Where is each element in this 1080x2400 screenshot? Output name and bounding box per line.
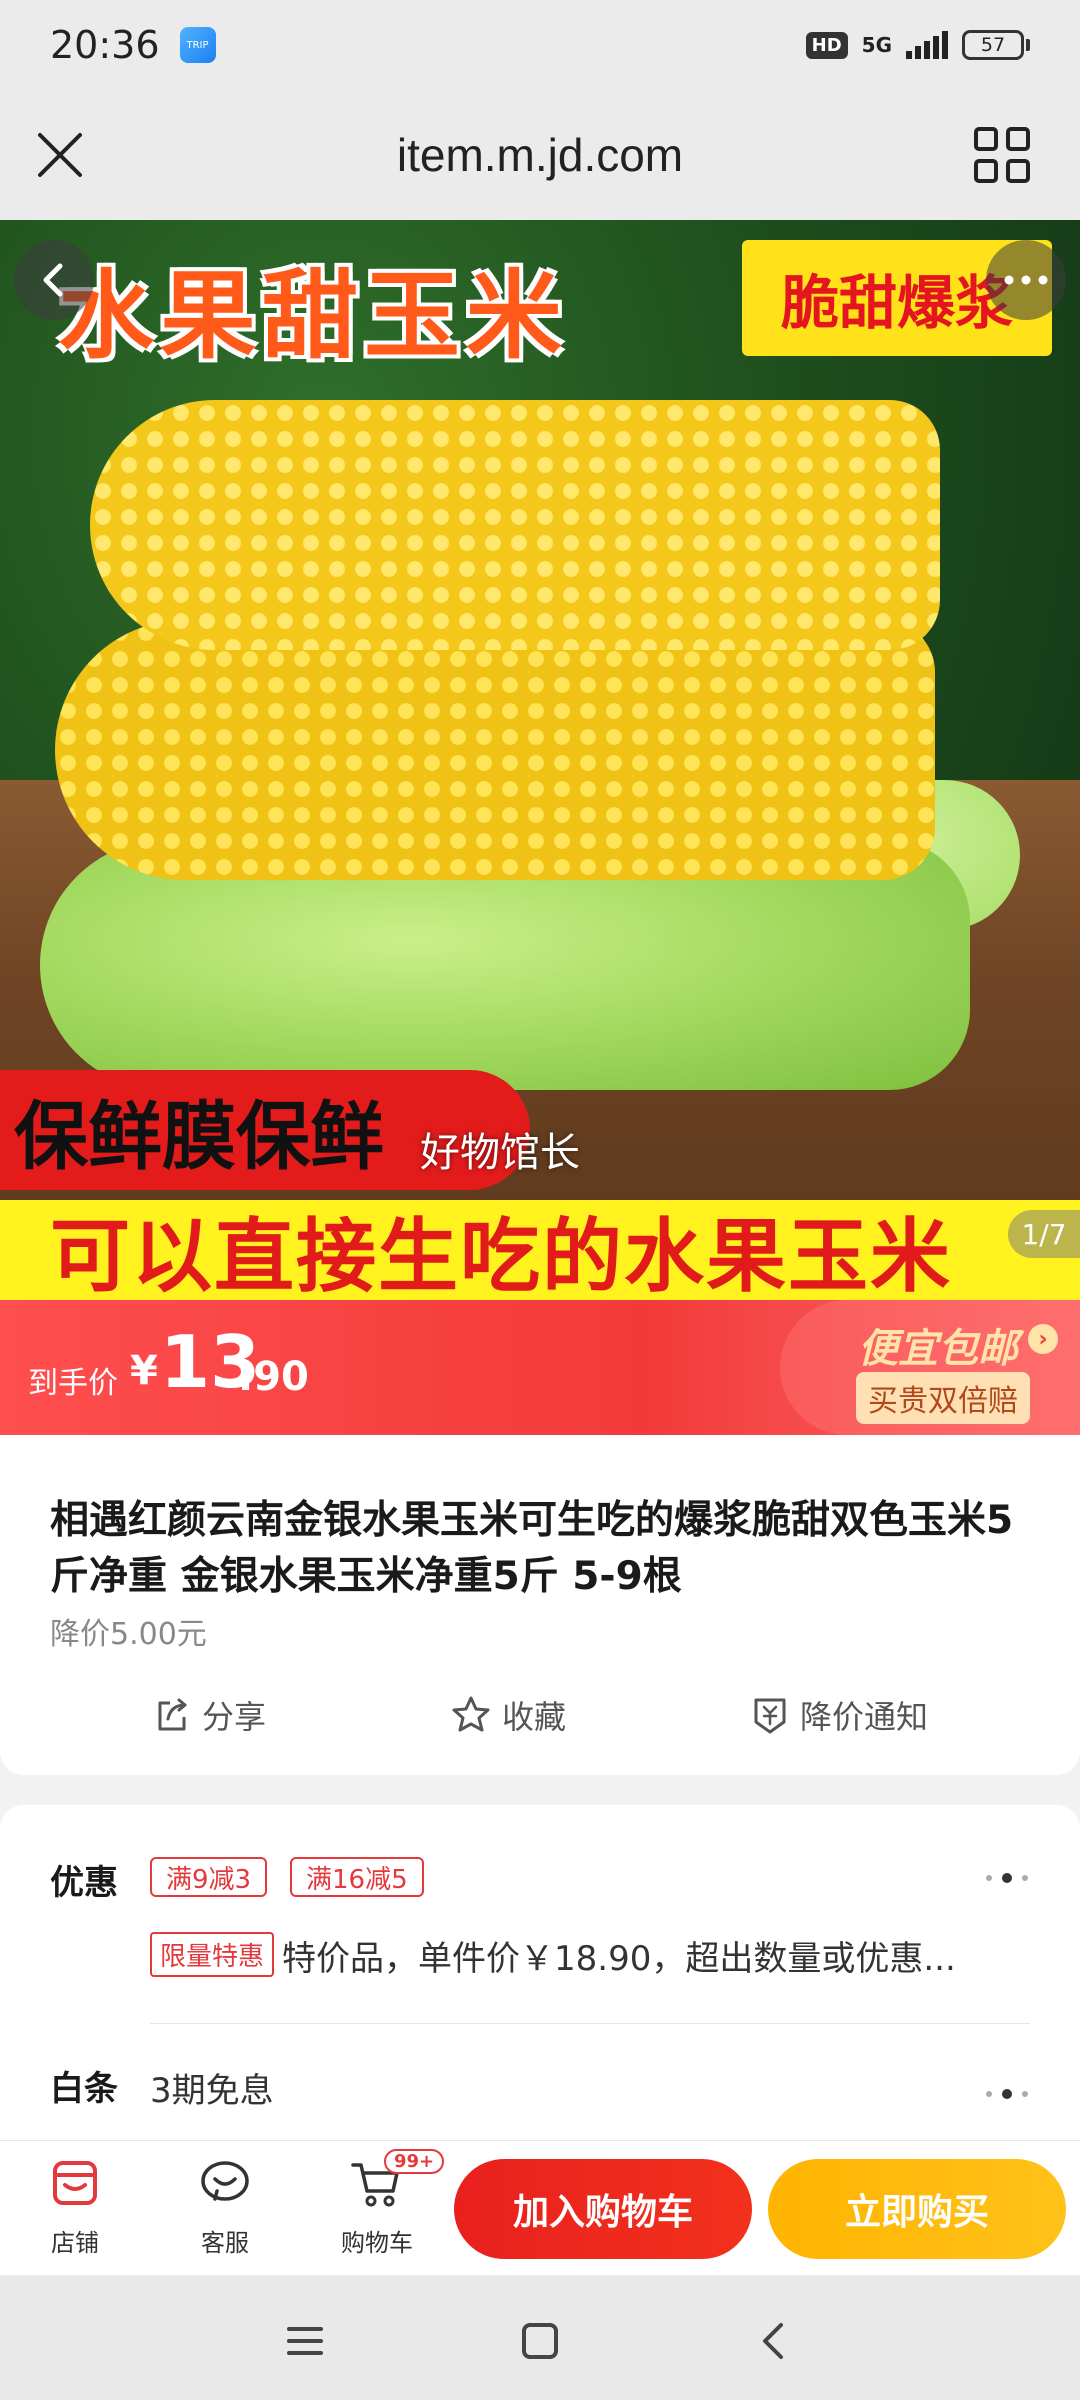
special-offer-tag: 限量特惠 — [150, 1932, 275, 1977]
back-button[interactable] — [14, 240, 94, 320]
baitiao-title: 白条 — [50, 2069, 118, 2109]
corn-cob-image — [90, 400, 940, 650]
favorite-label: 收藏 — [501, 1698, 566, 1736]
coupon-tag[interactable]: 满16减5 — [290, 1857, 424, 1897]
chevron-right-icon[interactable]: › — [1028, 1324, 1058, 1354]
buy-now-button[interactable]: 立即购买 — [768, 2159, 1066, 2259]
system-navigation-bar — [0, 2275, 1080, 2400]
price-drop-text: 降价5.00元 — [50, 1617, 207, 1652]
more-button[interactable] — [986, 240, 1066, 320]
special-offer-text[interactable]: 特价品，单件价￥18.90，超出数量或优惠... — [282, 1931, 956, 1980]
customer-service-button[interactable]: 客服 — [170, 2155, 280, 2258]
price-notify-icon — [754, 1698, 786, 1734]
status-bar: 20:36 TRIP HD 5G 57 — [0, 0, 1080, 90]
browser-toolbar: item.m.jd.com — [0, 90, 1080, 220]
store-watermark: 好物馆长 — [420, 1130, 580, 1176]
price-banner: 到手价 ¥ 13 .90 便宜包邮 › 买贵双倍赔 — [0, 1300, 1080, 1435]
hero-yellow-banner: 可以直接生吃的水果玉米 — [0, 1200, 1080, 1300]
price-decimal: .90 — [238, 1354, 309, 1400]
favorite-button[interactable]: 收藏 — [450, 1692, 566, 1738]
hero-title: 水果甜玉米 — [58, 260, 568, 372]
add-to-cart-button[interactable]: 加入购物车 — [454, 2159, 752, 2259]
cart-label: 购物车 — [341, 2229, 413, 2257]
url-display[interactable]: item.m.jd.com — [0, 128, 1080, 182]
store-label: 店铺 — [51, 2229, 99, 2257]
store-icon — [53, 2161, 97, 2205]
promo-title: 优惠 — [50, 1863, 118, 1903]
star-icon — [452, 1696, 490, 1732]
home-icon[interactable] — [510, 2311, 570, 2371]
product-title: 相遇红颜云南金银水果玉米可生吃的爆浆脆甜双色玉米5斤净重 金银水果玉米净重5斤 … — [50, 1498, 1014, 1599]
chat-icon — [201, 2161, 249, 2201]
share-label: 分享 — [201, 1698, 266, 1736]
battery-icon: 57 — [962, 30, 1030, 60]
signal-icon — [906, 31, 948, 59]
price-currency: ¥ — [130, 1348, 158, 1394]
more-options-icon[interactable] — [986, 2089, 1028, 2099]
cart-count-badge: 99+ — [384, 2149, 445, 2174]
purchase-bar: 店铺 客服 99+ 购物车 加入购物车 立即购买 — [0, 2140, 1080, 2275]
coupon-tag[interactable]: 满9减3 — [150, 1857, 268, 1897]
chevron-left-icon — [43, 263, 63, 297]
status-indicators: HD 5G 57 — [805, 30, 1030, 60]
network-type: 5G — [861, 33, 892, 57]
grid-menu-icon[interactable] — [970, 123, 1034, 187]
price-notify-button[interactable]: 降价通知 — [750, 1692, 928, 1738]
status-time: 20:36 — [50, 23, 160, 67]
more-dots-icon — [1004, 275, 1048, 285]
price-label: 到手价 — [28, 1366, 118, 1401]
cart-button[interactable]: 99+ 购物车 — [322, 2149, 445, 2258]
hd-icon: HD — [805, 31, 848, 59]
product-info-card: 相遇红颜云南金银水果玉米可生吃的爆浆脆甜双色玉米5斤净重 金银水果玉米净重5斤 … — [0, 1435, 1080, 1775]
store-button[interactable]: 店铺 — [20, 2155, 130, 2258]
share-icon — [158, 1698, 187, 1731]
menu-icon[interactable] — [275, 2311, 335, 2371]
price-notify-label: 降价通知 — [799, 1698, 928, 1736]
baitiao-text[interactable]: 3期免息 — [150, 2063, 274, 2112]
image-page-indicator: 1/7 — [1008, 1210, 1080, 1258]
more-options-icon[interactable] — [986, 1873, 1028, 1883]
back-icon[interactable] — [745, 2311, 805, 2371]
product-actions: 分享 收藏 降价通知 — [0, 1675, 1080, 1755]
customer-service-label: 客服 — [201, 2229, 249, 2257]
app-notification-icon: TRIP — [179, 27, 216, 63]
battery-level: 57 — [962, 30, 1024, 60]
corn-cob-image — [55, 620, 935, 880]
product-image-carousel[interactable]: 水果甜玉米 脆甜爆浆 保鲜膜保鲜 好物馆长 可以直接生吃的水果玉米 1/7 — [0, 220, 1080, 1300]
compensate-badge: 买贵双倍赔 — [856, 1372, 1030, 1424]
share-button[interactable]: 分享 — [152, 1692, 266, 1738]
promotion-card: 优惠 满9减3 满16减5 限量特惠 特价品，单件价￥18.90，超出数量或优惠… — [0, 1805, 1080, 2140]
divider — [150, 2023, 1030, 2024]
shipping-label[interactable]: 便宜包邮 — [858, 1316, 1018, 1374]
